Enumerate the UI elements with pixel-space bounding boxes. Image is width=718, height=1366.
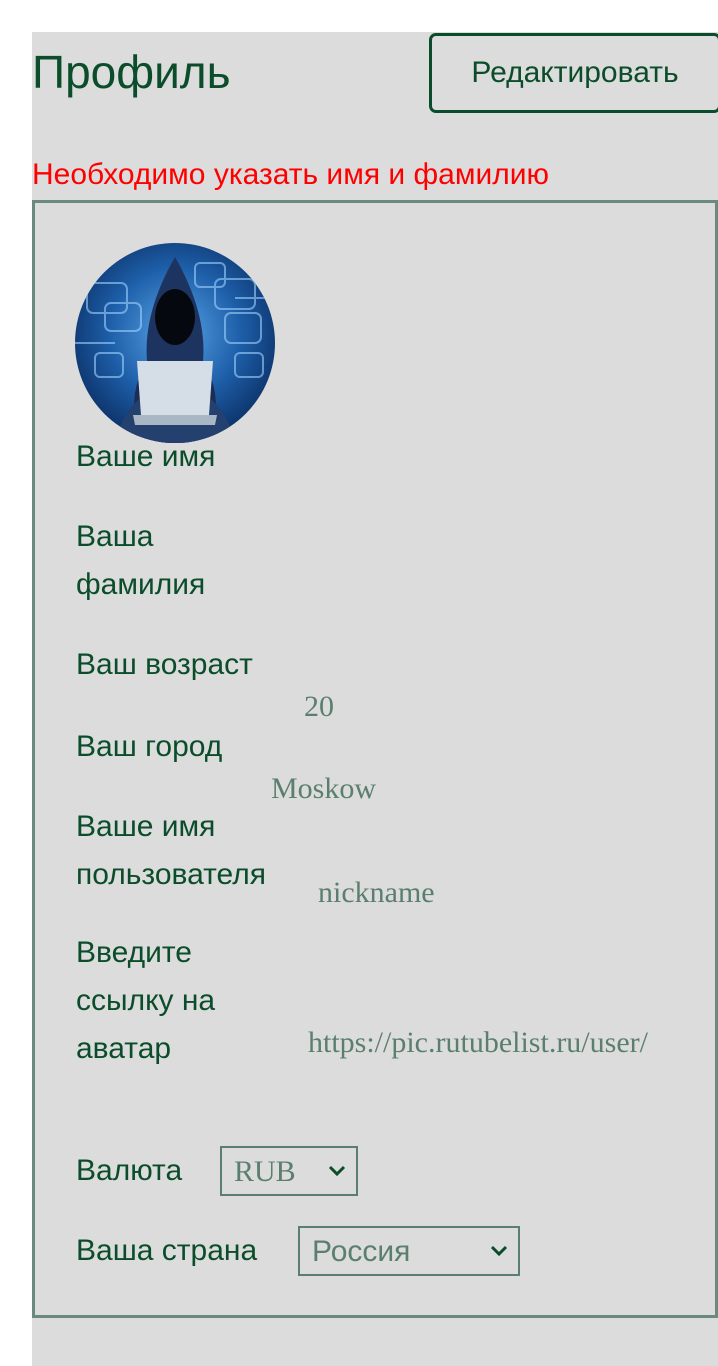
age-label: Ваш возраст: [76, 648, 253, 681]
country-selected: Россия: [312, 1235, 411, 1268]
chevron-down-icon: [490, 1245, 508, 1257]
error-message: Необходимо указать имя и фамилию: [32, 158, 550, 191]
edit-button[interactable]: Редактировать: [429, 33, 718, 113]
avatar-link-label-line2: ссылку на: [76, 984, 216, 1017]
profile-page: Профиль Редактировать Необходимо указать…: [32, 32, 718, 1366]
avatar: [75, 243, 275, 443]
username-label: Ваше имя пользователя: [76, 803, 266, 899]
country-label: Ваша страна: [76, 1234, 258, 1267]
country-select[interactable]: Россия: [298, 1226, 520, 1276]
username-label-line2: пользователя: [76, 858, 266, 891]
city-label: Ваш город: [76, 730, 223, 763]
currency-select[interactable]: RUB: [220, 1146, 358, 1196]
last-name-label-line2: фамилия: [76, 568, 206, 601]
last-name-label-line1: Ваша: [76, 520, 154, 553]
username-label-line1: Ваше имя: [76, 810, 216, 843]
chevron-down-icon: [328, 1165, 346, 1177]
currency-label: Валюта: [76, 1154, 183, 1187]
city-value: Moskow: [271, 772, 377, 805]
avatar-link-label: Введите ссылку на аватар: [76, 929, 215, 1073]
currency-selected: RUB: [234, 1155, 296, 1188]
avatar-link-value: https://pic.rutubelist.ru/user/: [308, 1026, 648, 1059]
username-value: nickname: [318, 876, 435, 909]
avatar-link-label-line1: Введите: [76, 936, 192, 969]
hooded-hacker-avatar-icon: [75, 243, 275, 443]
profile-card: Ваше имя Ваша фамилия Ваш возраст 20 Ваш…: [32, 200, 718, 1318]
last-name-label: Ваша фамилия: [76, 513, 205, 609]
avatar-link-label-line3: аватар: [76, 1032, 172, 1065]
age-value: 20: [304, 690, 334, 723]
page-title: Профиль: [32, 46, 231, 98]
first-name-label: Ваше имя: [76, 440, 216, 473]
